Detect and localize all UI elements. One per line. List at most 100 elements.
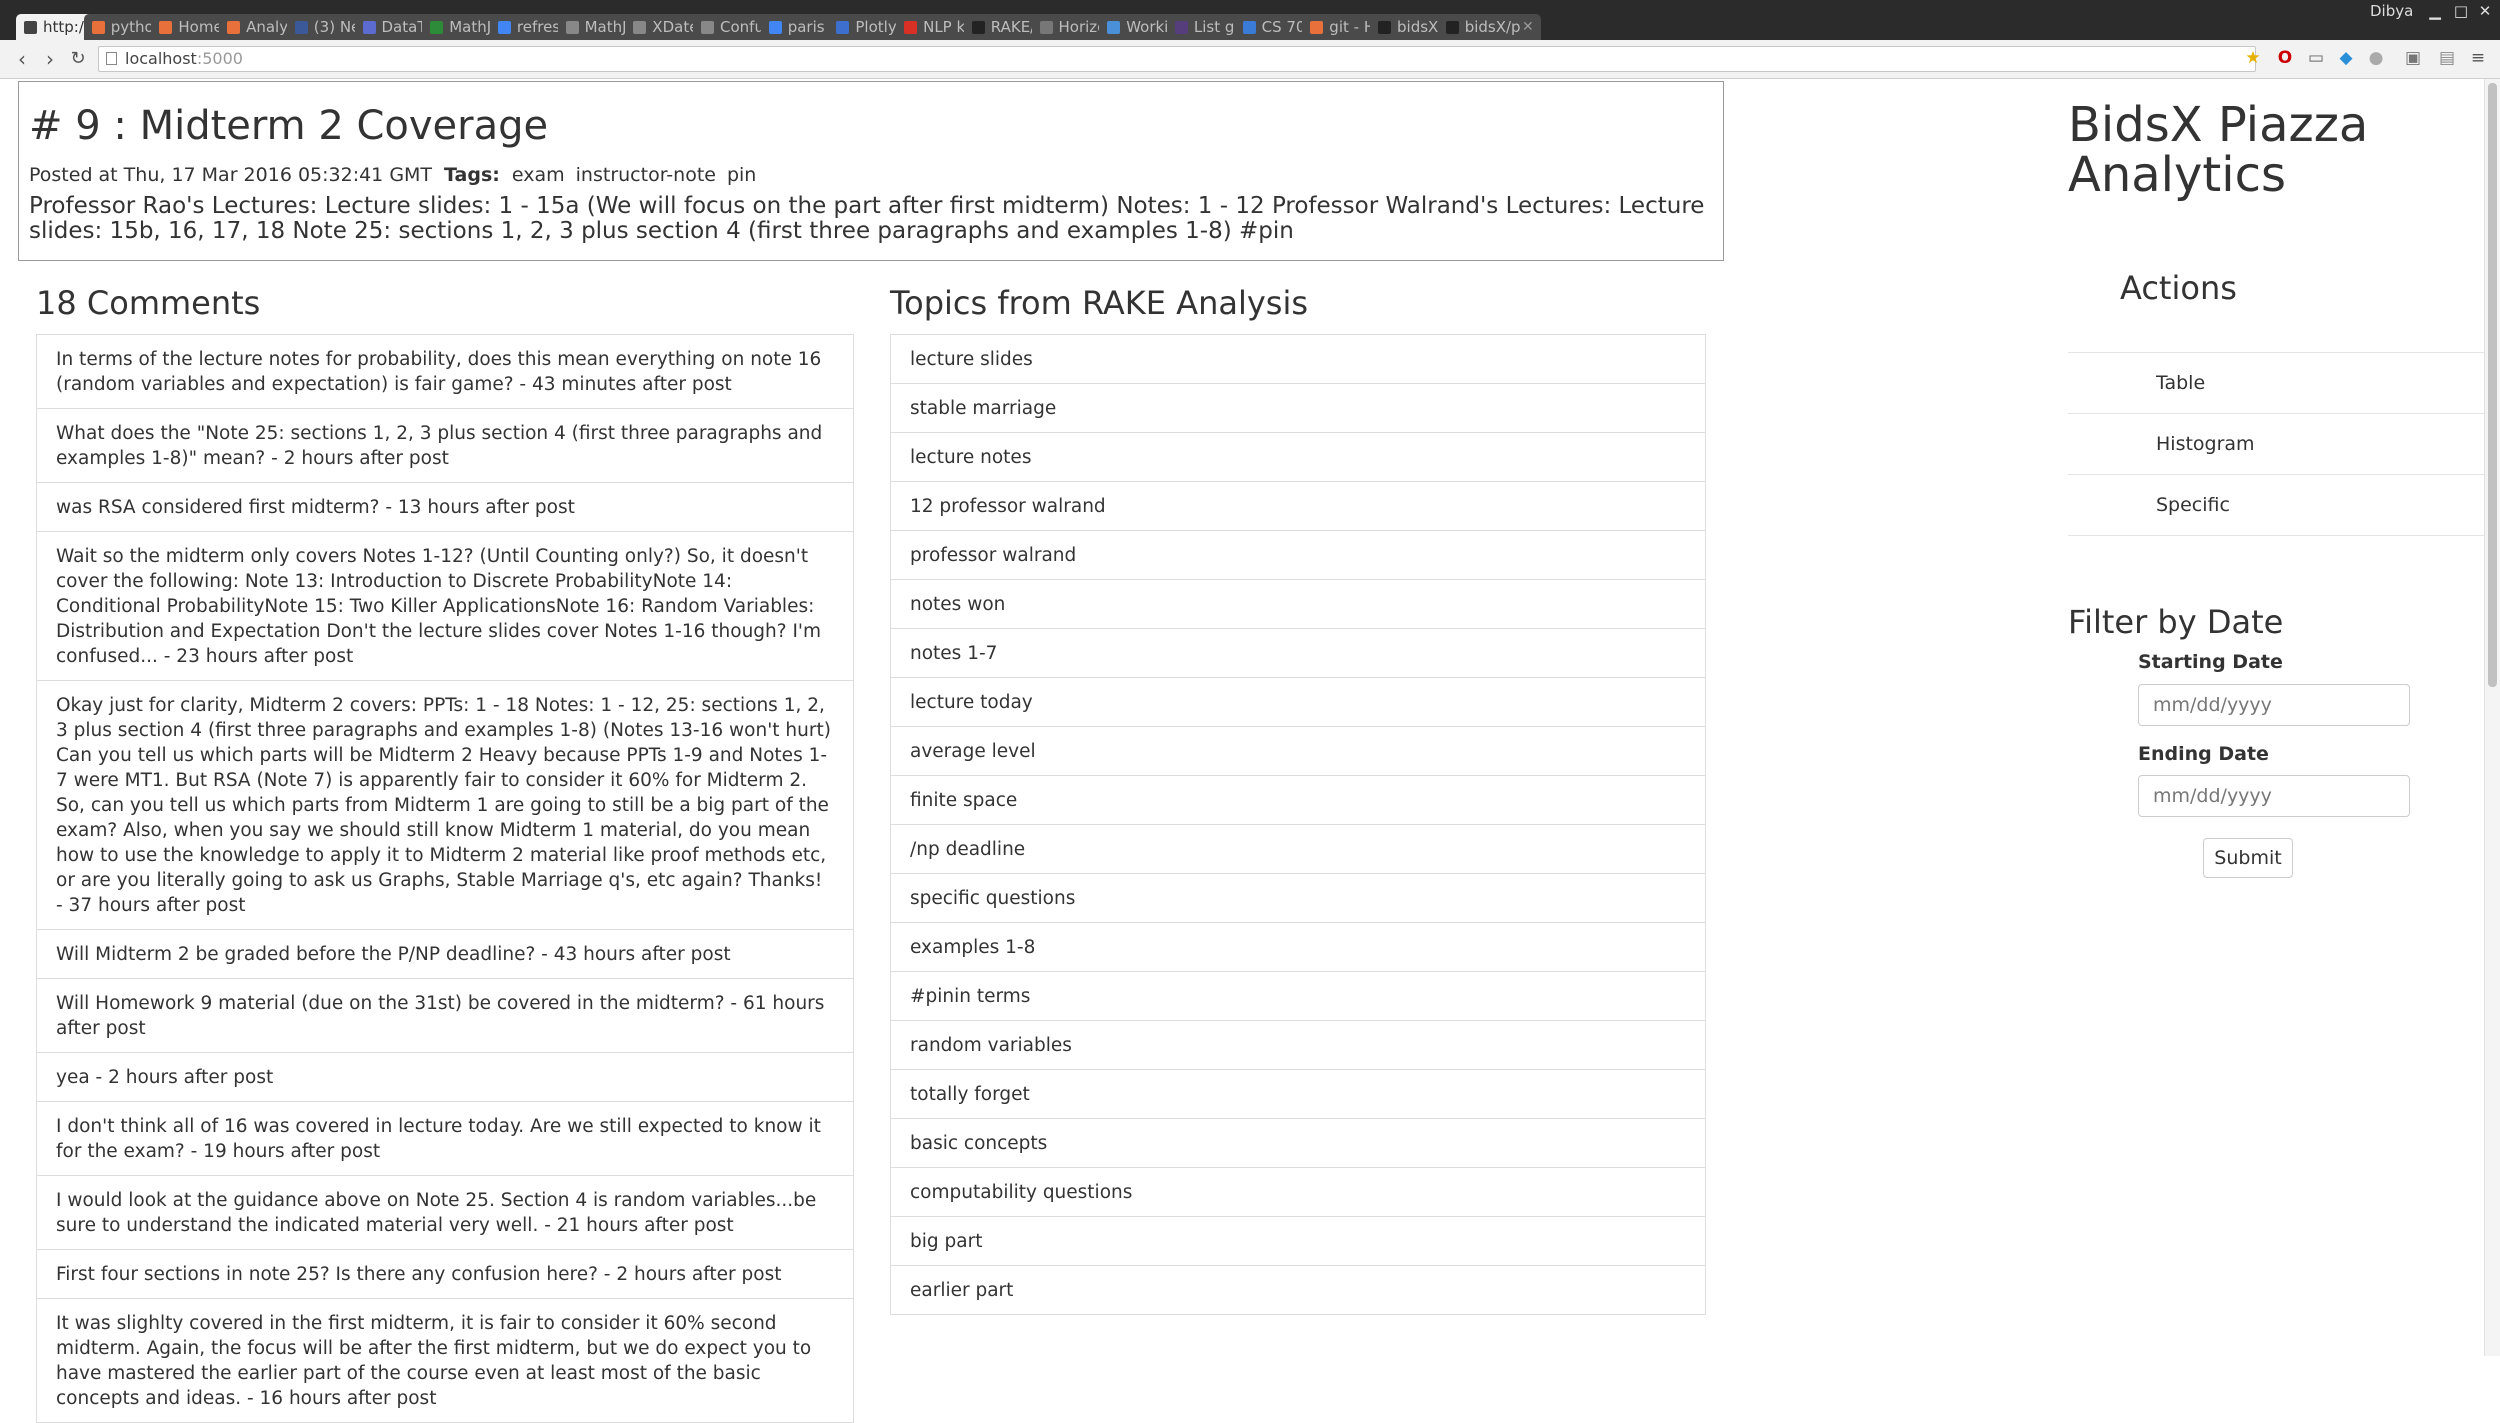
topic-item: specific questions bbox=[890, 873, 1706, 923]
topic-item: lecture slides bbox=[890, 334, 1706, 384]
tab-favicon-icon bbox=[24, 21, 37, 34]
maximize-icon[interactable]: □ bbox=[2450, 2, 2472, 20]
topics-heading: Topics from RAKE Analysis bbox=[890, 284, 1309, 322]
cast-icon[interactable]: ▭ bbox=[2306, 48, 2326, 68]
tab-favicon-icon bbox=[768, 21, 782, 34]
extension-list-icon[interactable]: ▤ bbox=[2437, 48, 2457, 68]
topic-item: totally forget bbox=[890, 1069, 1706, 1119]
comment-item: Will Homework 9 material (due on the 31s… bbox=[36, 978, 854, 1053]
page-scrollbar[interactable] bbox=[2484, 79, 2500, 1356]
tab-favicon-icon bbox=[565, 21, 579, 34]
actions-nav: Table Histogram Specific bbox=[2068, 352, 2484, 536]
menu-icon[interactable]: ≡ bbox=[2468, 48, 2488, 68]
topic-item: 12 professor walrand bbox=[890, 481, 1706, 531]
ending-date-label: Ending Date bbox=[2138, 743, 2269, 765]
tab-favicon-icon bbox=[227, 21, 241, 34]
opera-extension-icon[interactable]: O bbox=[2275, 48, 2295, 68]
topic-item: notes won bbox=[890, 579, 1706, 629]
close-window-icon[interactable]: ✕ bbox=[2474, 2, 2496, 20]
extension-window-icon[interactable]: ▣ bbox=[2403, 48, 2423, 68]
post-meta: Posted at Thu, 17 Mar 2016 05:32:41 GMT T… bbox=[29, 162, 1713, 188]
comment-item: Okay just for clarity, Midterm 2 covers:… bbox=[36, 680, 854, 930]
tab-favicon-icon bbox=[1378, 21, 1391, 34]
tab-favicon-icon bbox=[1242, 21, 1256, 34]
tag-instructor-note: instructor-note bbox=[575, 164, 716, 186]
tab-label: XDate bbox=[652, 18, 699, 36]
ending-date-input[interactable]: mm/dd/yyyy bbox=[2138, 775, 2410, 817]
reload-icon[interactable]: ↻ bbox=[66, 48, 90, 70]
starting-date-input[interactable]: mm/dd/yyyy bbox=[2138, 684, 2410, 726]
tab-favicon-icon bbox=[294, 21, 308, 34]
tags-label: Tags: bbox=[444, 164, 500, 186]
tab-favicon-icon bbox=[1310, 21, 1324, 34]
page-icon bbox=[106, 52, 117, 65]
extension-blue-icon[interactable]: ◆ bbox=[2336, 48, 2356, 68]
tab-favicon-icon bbox=[1445, 21, 1459, 34]
topic-item: lecture today bbox=[890, 677, 1706, 727]
back-icon[interactable]: ‹ bbox=[10, 48, 34, 70]
tab-label: CS 70 bbox=[1261, 18, 1306, 36]
post-title: # 9 : Midterm 2 Coverage bbox=[29, 103, 549, 149]
starting-date-label: Starting Date bbox=[2138, 651, 2283, 673]
browser-tab-strip: http://lo✕python✕Home✕Analysi✕(3) Neil✕D… bbox=[0, 0, 2500, 40]
tab-favicon-icon bbox=[497, 21, 511, 34]
topic-item: big part bbox=[890, 1216, 1706, 1266]
minimize-icon[interactable]: ▁ bbox=[2424, 2, 2446, 20]
action-specific-link[interactable]: Specific bbox=[2068, 474, 2484, 536]
tab-favicon-icon bbox=[971, 21, 985, 34]
browser-toolbar: ‹ › ↻ localhost:5000 ★ O ▭ ◆ ● ▣ ▤ ≡ bbox=[0, 40, 2500, 79]
tab-favicon-icon bbox=[701, 21, 714, 34]
topic-item: professor walrand bbox=[890, 530, 1706, 580]
comment-item: In terms of the lecture notes for probab… bbox=[36, 334, 854, 409]
comment-item: Will Midterm 2 be graded before the P/NP… bbox=[36, 929, 854, 979]
topic-item: basic concepts bbox=[890, 1118, 1706, 1168]
comment-item: It was slighlty covered in the first mid… bbox=[36, 1298, 854, 1423]
actions-heading: Actions bbox=[2120, 269, 2237, 307]
topic-item: /np deadline bbox=[890, 824, 1706, 874]
topic-item: earlier part bbox=[890, 1265, 1706, 1315]
comment-item: I don't think all of 16 was covered in l… bbox=[36, 1101, 854, 1176]
posted-at: Posted at Thu, 17 Mar 2016 05:32:41 GMT bbox=[29, 164, 433, 186]
tag-pin: pin bbox=[726, 164, 757, 186]
topic-item: notes 1-7 bbox=[890, 628, 1706, 678]
topic-item: lecture notes bbox=[890, 432, 1706, 482]
address-bar[interactable]: localhost:5000 bbox=[98, 46, 2256, 72]
tab-favicon-icon bbox=[836, 21, 850, 34]
comment-item: Wait so the midterm only covers Notes 1-… bbox=[36, 531, 854, 681]
extension-grey-icon[interactable]: ● bbox=[2366, 48, 2386, 68]
tab-favicon-icon bbox=[362, 21, 376, 34]
forward-icon[interactable]: › bbox=[38, 48, 62, 70]
browser-tab[interactable]: bidsX/p✕ bbox=[1437, 14, 1541, 40]
tab-favicon-icon bbox=[91, 21, 105, 34]
comment-item: yea - 2 hours after post bbox=[36, 1052, 854, 1102]
comments-list: In terms of the lecture notes for probab… bbox=[36, 334, 854, 1423]
comment-item: I would look at the guidance above on No… bbox=[36, 1175, 854, 1250]
topic-item: examples 1-8 bbox=[890, 922, 1706, 972]
post-card: # 9 : Midterm 2 Coverage Posted at Thu, … bbox=[18, 81, 1724, 261]
submit-button[interactable]: Submit bbox=[2203, 838, 2293, 878]
url-port: :5000 bbox=[196, 49, 243, 68]
filter-heading: Filter by Date bbox=[2068, 603, 2284, 641]
tab-label: bidsX/p bbox=[1464, 18, 1521, 36]
brand-title: BidsX Piazza Analytics bbox=[2068, 97, 2369, 203]
url-host: localhost bbox=[125, 49, 197, 68]
tab-label: Home bbox=[178, 18, 223, 36]
profile-name[interactable]: Dibya bbox=[2370, 2, 2413, 20]
tab-favicon-icon bbox=[633, 21, 647, 34]
post-body: Professor Rao's Lectures: Lecture slides… bbox=[29, 193, 1705, 244]
topic-item: finite space bbox=[890, 775, 1706, 825]
comment-item: was RSA considered first midterm? - 13 h… bbox=[36, 482, 854, 532]
bookmark-star-icon[interactable]: ★ bbox=[2243, 48, 2263, 68]
scrollbar-thumb[interactable] bbox=[2488, 83, 2497, 687]
tab-favicon-icon bbox=[1107, 21, 1121, 34]
tab-favicon-icon bbox=[430, 21, 444, 34]
tab-favicon-icon bbox=[1174, 21, 1188, 34]
comment-item: First four sections in note 25? Is there… bbox=[36, 1249, 854, 1299]
tab-favicon-icon bbox=[904, 21, 918, 34]
comments-heading: 18 Comments bbox=[36, 284, 261, 322]
action-table-link[interactable]: Table bbox=[2068, 352, 2484, 413]
action-histogram-link[interactable]: Histogram bbox=[2068, 413, 2484, 474]
topic-item: #pinin terms bbox=[890, 971, 1706, 1021]
tab-close-icon[interactable]: ✕ bbox=[1522, 14, 1534, 40]
topic-item: stable marriage bbox=[890, 383, 1706, 433]
